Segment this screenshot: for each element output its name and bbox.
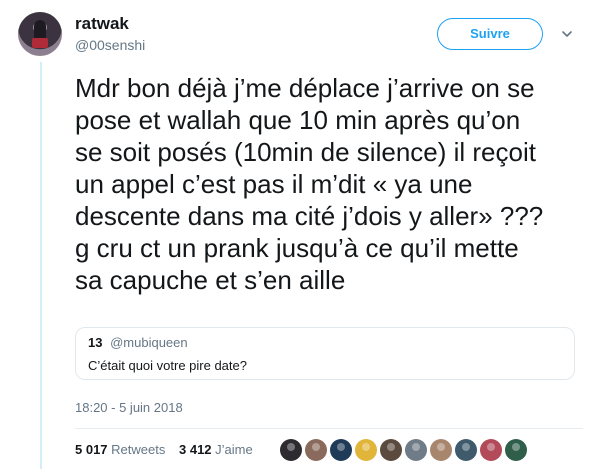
liker-avatar[interactable] (480, 439, 502, 461)
liker-avatar[interactable] (355, 439, 377, 461)
avatar-figure-detail (32, 38, 48, 48)
tweet-text: Mdr bon déjà j’me déplace j’arrive on se… (75, 73, 544, 295)
author-name[interactable]: ratwak (75, 14, 129, 34)
liker-avatar[interactable] (330, 439, 352, 461)
quoted-tweet-header: 13 @mubiqueen (88, 335, 562, 350)
quoted-author-name: 13 (88, 335, 103, 350)
liker-avatar[interactable] (380, 439, 402, 461)
divider (75, 428, 583, 429)
author-handle[interactable]: @00senshi (75, 37, 145, 53)
tweet-timestamp[interactable]: 18:20 - 5 juin 2018 (75, 400, 183, 415)
liker-avatar[interactable] (405, 439, 427, 461)
likes-count[interactable]: 3 412 (179, 442, 212, 457)
chevron-down-icon[interactable] (561, 28, 573, 40)
liker-avatars (280, 439, 527, 463)
retweets-count[interactable]: 5 017 (75, 442, 108, 457)
retweets-label[interactable]: Retweets (111, 442, 165, 457)
quoted-tweet[interactable]: 13 @mubiqueen C’était quoi votre pire da… (75, 327, 575, 380)
thread-line (40, 62, 42, 469)
author-avatar[interactable] (18, 12, 62, 56)
liker-avatar[interactable] (305, 439, 327, 461)
liker-avatar[interactable] (505, 439, 527, 461)
liker-avatar[interactable] (455, 439, 477, 461)
likes-label[interactable]: J’aime (215, 442, 253, 457)
tweet-stats: 5 017 Retweets 3 412 J’aime (75, 442, 263, 457)
follow-button[interactable]: Suivre (437, 18, 543, 50)
liker-avatar[interactable] (280, 439, 302, 461)
quoted-author-handle: @mubiqueen (110, 335, 188, 350)
liker-avatar[interactable] (430, 439, 452, 461)
quoted-tweet-text: C’était quoi votre pire date? (88, 358, 247, 373)
